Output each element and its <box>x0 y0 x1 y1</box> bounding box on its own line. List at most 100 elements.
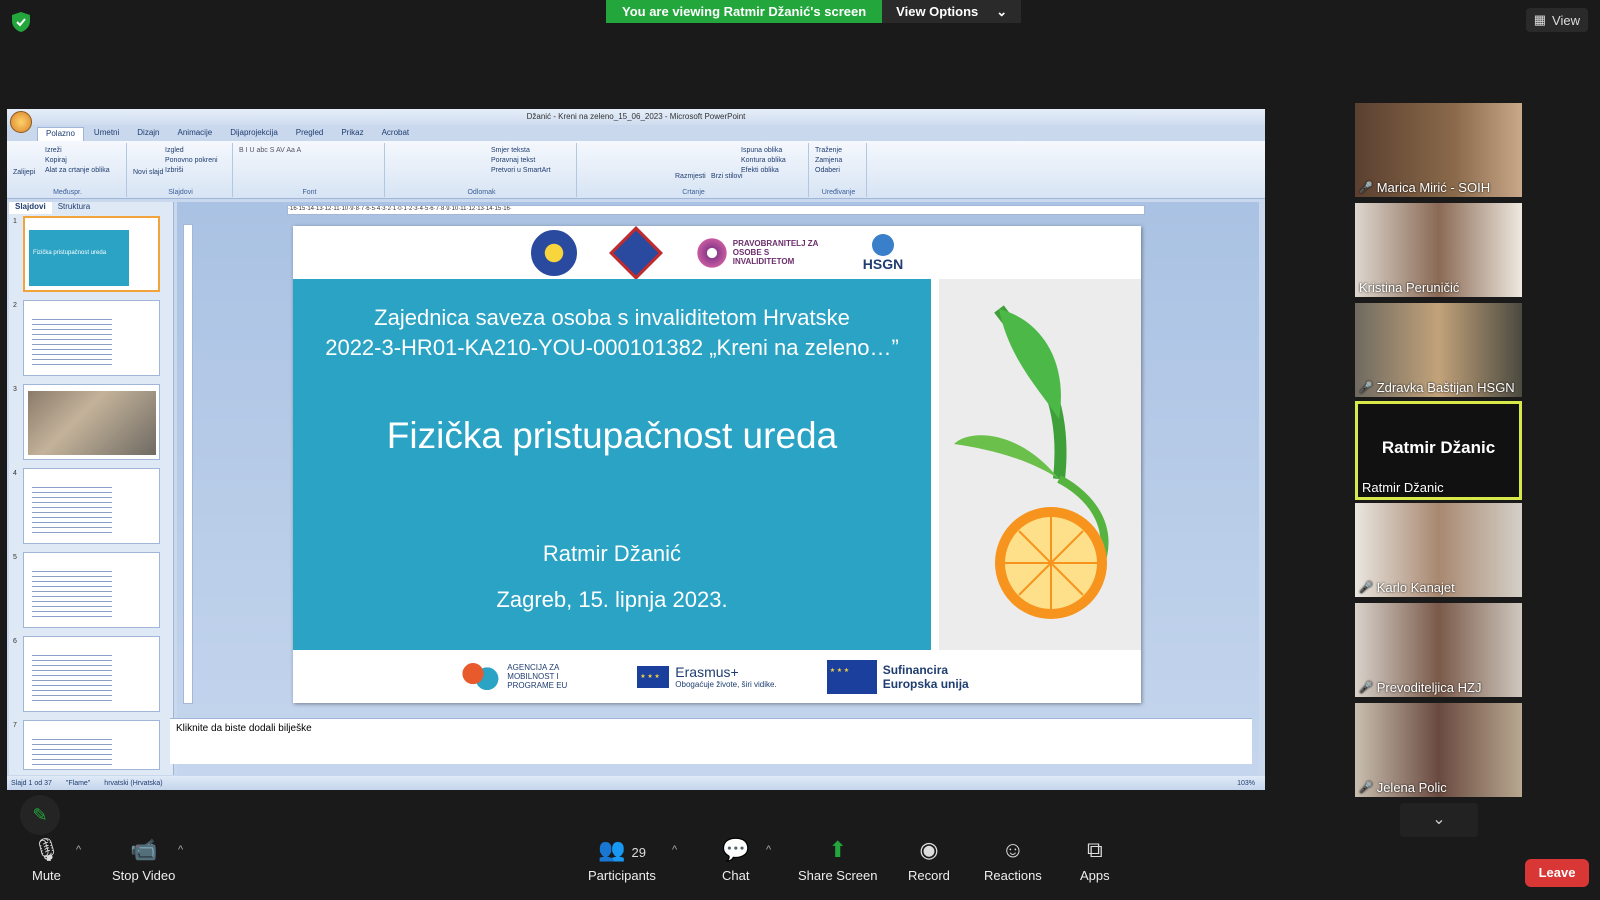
mute-button[interactable]: 🎙 Mute <box>32 838 61 884</box>
participant-tile[interactable]: 🎤 Karlo Kanajet <box>1355 503 1522 597</box>
participant-name: Ratmir Džanic <box>1362 480 1444 495</box>
paste-button[interactable]: Zalijepi <box>13 169 35 176</box>
slide-thumbnail[interactable]: Fizička pristupačnost ureda <box>23 216 160 292</box>
quick-styles-button[interactable]: Brzi stilovi <box>711 173 743 180</box>
participant-tile[interactable]: 🎤 Marica Mirić - SOIH <box>1355 103 1522 197</box>
align-text-button[interactable]: Poravnaj tekst <box>491 157 572 164</box>
share-screen-button[interactable]: ⬆ Share Screen <box>798 838 878 884</box>
find-button[interactable]: Traženje <box>815 147 862 154</box>
view-label: View <box>1552 12 1580 28</box>
view-button[interactable]: ▦ View <box>1525 8 1588 32</box>
slide-author: Ratmir Džanić <box>542 541 682 566</box>
ribbon-group-slides: Izgled Ponovno pokreni Izbriši Novi slaj… <box>129 143 233 197</box>
participants-icon: 👥 29 <box>597 837 646 862</box>
gallery-scroll-down-button[interactable]: ⌄ <box>1400 803 1478 837</box>
copy-button[interactable]: Kopiraj <box>45 157 122 164</box>
replace-button[interactable]: Zamjena <box>815 157 862 164</box>
apps-label: Apps <box>1080 868 1110 883</box>
participants-button[interactable]: 👥 29 Participants <box>588 837 656 884</box>
annotate-pencil-icon[interactable]: ✎ <box>20 795 60 835</box>
smartart-button[interactable]: Pretvori u SmartArt <box>491 167 572 174</box>
tab-pregled[interactable]: Pregled <box>288 127 332 141</box>
slide-counter: Slajd 1 od 37 <box>11 779 52 787</box>
video-camera-icon: 📹 <box>129 837 158 862</box>
tab-prikaz[interactable]: Prikaz <box>333 127 371 141</box>
participant-tile[interactable]: 🎤 Zdravka Baštijan HSGN <box>1355 303 1522 397</box>
partner-logo-icon <box>608 225 663 280</box>
active-speaker-tile[interactable]: Ratmir Džanic Ratmir Džanic <box>1355 401 1522 500</box>
font-controls[interactable]: B I U abc S AV Aa A <box>239 147 380 154</box>
chat-caret-icon[interactable]: ^ <box>766 844 771 856</box>
text-direction-button[interactable]: Smjer teksta <box>491 147 572 154</box>
tab-umetni[interactable]: Umetni <box>86 127 127 141</box>
participant-tile[interactable]: Kristina Peruničić <box>1355 203 1522 297</box>
tab-dijaprojekcija[interactable]: Dijaprojekcija <box>222 127 286 141</box>
slide-thumbnail[interactable] <box>23 720 160 770</box>
ribbon-group-editing: Traženje Zamjena Odaberi Uređivanje <box>811 143 867 197</box>
ribbon-group-paragraph: Smjer teksta Poravnaj tekst Pretvori u S… <box>387 143 577 197</box>
video-options-caret-icon[interactable]: ^ <box>178 844 183 856</box>
participants-label: Participants <box>588 868 656 883</box>
reset-button[interactable]: Ponovno pokreni <box>165 157 228 164</box>
view-options-button[interactable]: View Options ⌄ <box>882 0 1022 23</box>
org-line-2: 2022-3-HR01-KA210-YOU-000101382 „Kreni n… <box>325 335 899 360</box>
apps-button[interactable]: ⧉ Apps <box>1080 837 1110 884</box>
org-line-1: Zajednica saveza osoba s invaliditetom H… <box>374 305 850 330</box>
record-button[interactable]: ◉ Record <box>908 838 950 884</box>
ribbon-tabs: Polazno Umetni Dizajn Animacije Dijaproj… <box>37 127 417 141</box>
slide-thumbnail[interactable] <box>23 384 160 460</box>
mic-muted-icon: 🎤 <box>1359 782 1373 794</box>
participants-caret-icon[interactable]: ^ <box>672 844 677 856</box>
zoom-level[interactable]: 103% <box>1237 780 1265 787</box>
audio-options-caret-icon[interactable]: ^ <box>76 844 81 856</box>
tab-animacije[interactable]: Animacije <box>170 127 221 141</box>
slide-date: Zagreb, 15. lipnja 2023. <box>496 587 728 612</box>
leave-button[interactable]: Leave <box>1525 859 1589 887</box>
horizontal-ruler: ·16·15·14·13·12·11·10·9·8·7·6·5·4·3·2·1·… <box>287 205 1145 215</box>
slide-thumbnail[interactable] <box>23 300 160 376</box>
slide-thumbnail[interactable] <box>23 552 160 628</box>
share-screen-label: Share Screen <box>798 868 878 883</box>
tab-outline[interactable]: Struktura <box>52 202 96 214</box>
shape-fill-button[interactable]: Ispuna oblika <box>741 147 804 154</box>
cut-button[interactable]: Izreži <box>45 147 122 154</box>
flower-icon <box>694 235 729 270</box>
notes-placeholder: Kliknite da biste dodali bilješke <box>176 723 312 734</box>
participant-tile[interactable]: 🎤 Prevoditeljica HZJ <box>1355 603 1522 697</box>
side-tabs: Slajdovi Struktura <box>9 202 173 214</box>
erasmus-logo: Erasmus+ Obogaćuje živote, širi vidike. <box>637 664 777 689</box>
apps-icon: ⧉ <box>1086 837 1103 862</box>
hsgn-logo: HSGN <box>863 233 903 272</box>
slide-thumbnail[interactable] <box>23 468 160 544</box>
shape-outline-button[interactable]: Kontura oblika <box>741 157 804 164</box>
reactions-label: Reactions <box>984 868 1042 883</box>
ribbon-group-label: Odlomak <box>467 189 496 196</box>
office-button-icon[interactable] <box>10 111 32 133</box>
shape-effects-button[interactable]: Efekti oblika <box>741 167 804 174</box>
tab-acrobat[interactable]: Acrobat <box>374 127 418 141</box>
tab-polazno[interactable]: Polazno <box>37 127 84 141</box>
chat-button[interactable]: 💬 Chat <box>722 838 750 884</box>
erasmus-slogan: Obogaćuje živote, širi vidike. <box>675 680 777 689</box>
vertical-ruler <box>183 224 193 704</box>
new-slide-button[interactable]: Novi slajd <box>133 169 163 176</box>
slide-canvas[interactable]: PRAVOBRANITELJ ZA OSOBE S INVALIDITETOM … <box>293 225 1141 703</box>
layout-button[interactable]: Izgled <box>165 147 228 154</box>
chat-label: Chat <box>722 868 750 883</box>
hsgn-symbol-icon <box>871 233 894 256</box>
stop-video-button[interactable]: 📹 Stop Video <box>112 837 175 884</box>
language: hrvatski (Hrvatska) <box>104 779 163 787</box>
select-button[interactable]: Odaberi <box>815 167 862 174</box>
notes-pane[interactable]: Kliknite da biste dodali bilješke <box>170 718 1252 764</box>
reactions-button[interactable]: ☺ Reactions <box>984 838 1042 884</box>
format-painter-button[interactable]: Alat za crtanje oblika <box>45 167 122 174</box>
security-shield-icon[interactable] <box>12 12 30 32</box>
arrange-button[interactable]: Razmjesti <box>675 173 706 180</box>
slide-thumbnail[interactable] <box>23 636 160 712</box>
participant-tile[interactable]: 🎤 Jelena Polic <box>1355 703 1522 797</box>
tab-dizajn[interactable]: Dizajn <box>129 127 167 141</box>
tab-slides[interactable]: Slajdovi <box>9 202 52 214</box>
erasmus-label: Erasmus+ <box>675 664 739 680</box>
window-title: Džanić - Kreni na zeleno_15_06_2023 - Mi… <box>7 109 1265 125</box>
delete-button[interactable]: Izbriši <box>165 167 228 174</box>
